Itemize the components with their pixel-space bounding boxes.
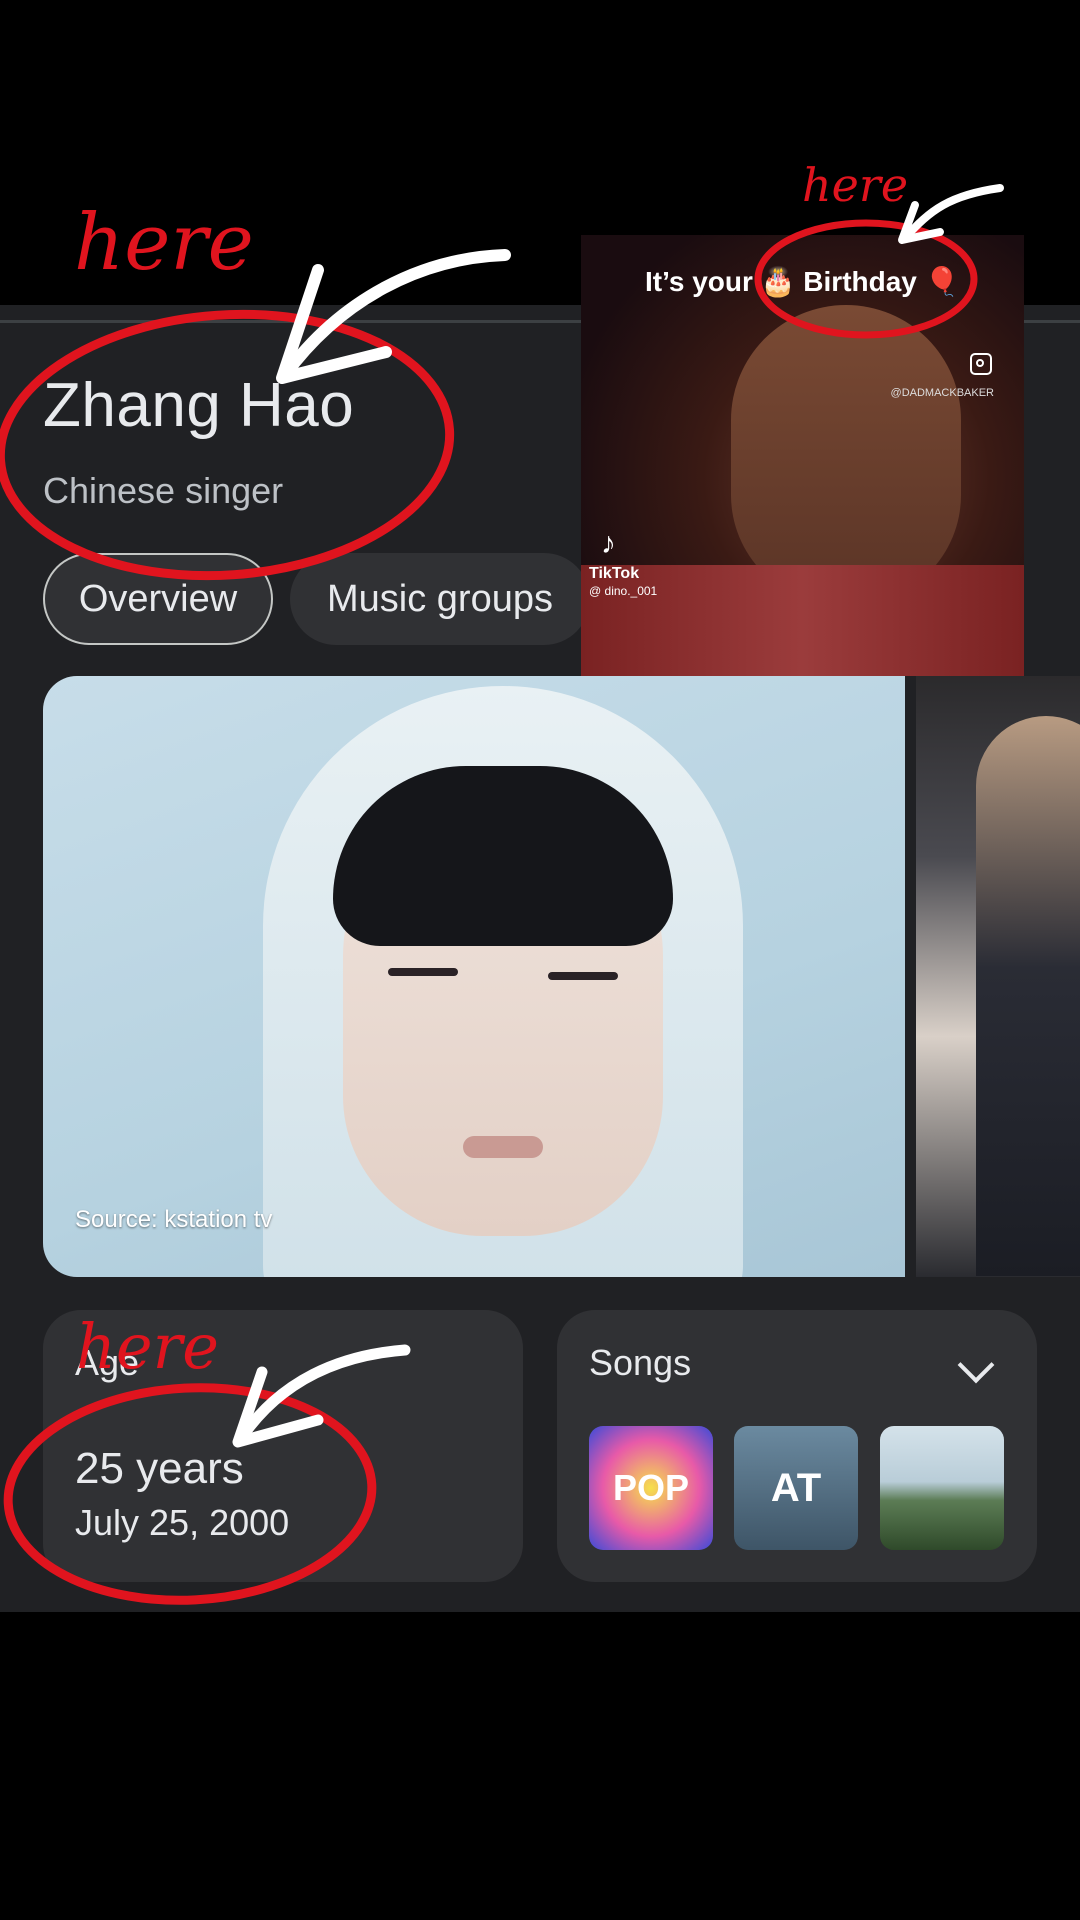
tiktok-username: @ dino._001 [589, 584, 658, 598]
song-thumbnail-text: AT [770, 1465, 822, 1510]
annotation-arrow-birthday [901, 184, 1004, 242]
tiktok-caption: It’s your 🎂 Birthday 🎈 [645, 266, 960, 297]
entity-subtitle: Chinese singer [43, 470, 284, 511]
song-thumbnail-text: POP [612, 1467, 690, 1508]
tiktok-brand: TikTok [589, 565, 640, 582]
tiktok-video-jacket [581, 565, 1024, 676]
songs-label: Songs [589, 1342, 692, 1383]
image-source-label: Source: kstation tv [75, 1206, 273, 1233]
birth-date: July 25, 2000 [75, 1502, 290, 1543]
chevron-down-icon[interactable] [957, 1346, 995, 1384]
song-thumbnail[interactable]: AT [734, 1426, 858, 1550]
hero-image[interactable]: Source: kstation tv [43, 676, 905, 1277]
hero-image-lips [463, 1136, 543, 1158]
tiktok-creator-handle: @DADMACKBAKER [890, 387, 994, 399]
tab-music-groups[interactable]: Music groups [290, 553, 590, 645]
annotation-here-age: here [76, 1310, 219, 1383]
songs-card[interactable]: Songs POP AT [557, 1310, 1037, 1582]
hero-image-brow-left [388, 968, 458, 976]
song-thumbnail[interactable] [880, 1426, 1004, 1550]
tiktok-video-overlay: It’s your 🎂 Birthday 🎈 @DADMACKBAKER ♪ T… [581, 235, 1024, 676]
age-value: 25 years [75, 1444, 244, 1493]
tiktok-video-face [731, 305, 961, 605]
entity-title: Zhang Hao [43, 371, 355, 440]
tab-overview[interactable]: Overview [43, 553, 273, 645]
next-image-person [976, 716, 1080, 1276]
hero-image-brow-right [548, 972, 618, 980]
tiktok-logo-icon: ♪ [601, 527, 616, 560]
instagram-icon [970, 353, 992, 375]
annotation-here-birthday: here [802, 158, 909, 212]
song-thumbnail[interactable]: POP [589, 1426, 713, 1550]
annotation-here-title: here [74, 198, 254, 288]
next-image-thumbnail[interactable] [916, 676, 1080, 1277]
